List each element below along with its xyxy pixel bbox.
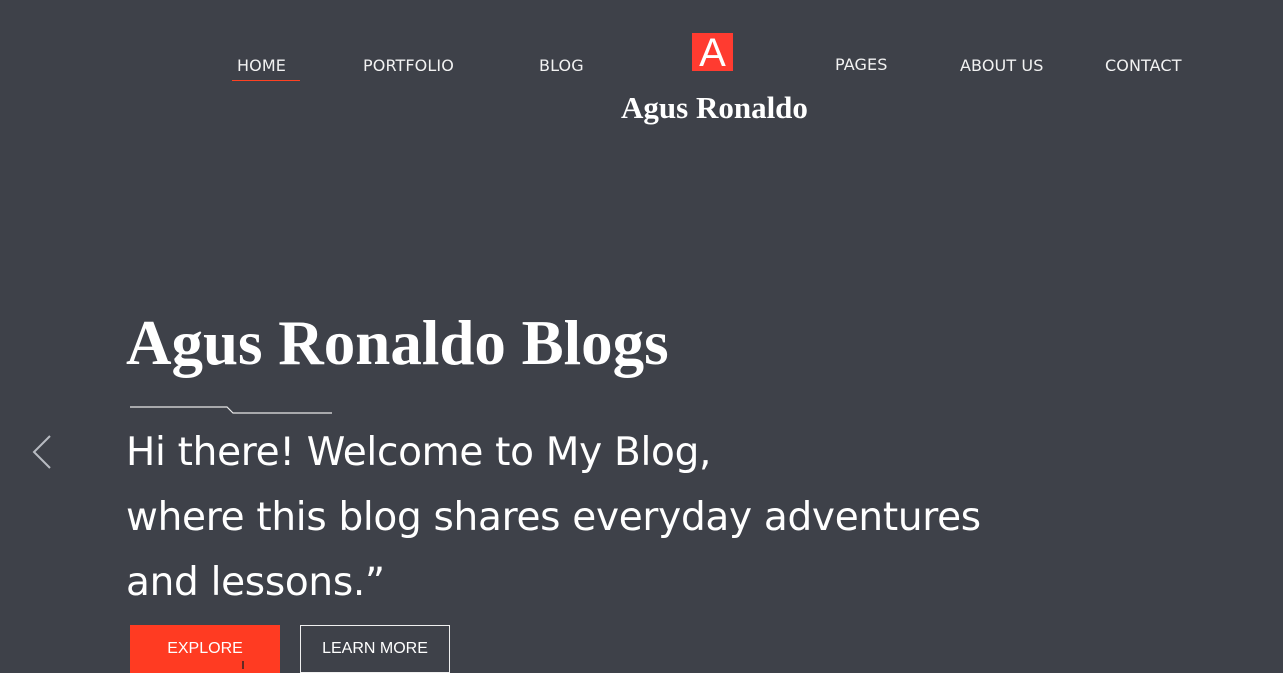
hero-text-line: where this blog shares everyday adventur… [126,495,981,540]
hero-title: Agus Ronaldo Blogs [126,308,669,378]
nav-portfolio-link[interactable]: PORTFOLIO [363,55,454,77]
nav-active-underline [232,80,300,81]
logo-mark[interactable]: A [692,33,733,73]
text-cursor-icon [242,661,244,669]
nav-home-link[interactable]: HOME [237,55,286,77]
hero-welcome-text: Hi there! Welcome to My Blog, where this… [126,420,1126,615]
chevron-left-icon[interactable] [28,432,58,472]
nav-about-us-link[interactable]: ABOUT US [960,55,1043,77]
nav-pages-link[interactable]: PAGES [835,54,887,76]
hero-divider [130,406,332,414]
logo-name[interactable]: Agus Ronaldo [621,90,811,126]
nav-blog-link[interactable]: BLOG [539,55,584,77]
hero-text-line: and lessons.” [126,560,385,605]
learn-more-button[interactable]: LEARN MORE [300,625,450,673]
hero-text-line: Hi there! Welcome to My Blog, [126,430,712,475]
explore-button[interactable]: EXPLORE [130,625,280,673]
nav-contact-link[interactable]: CONTACT [1105,55,1182,77]
